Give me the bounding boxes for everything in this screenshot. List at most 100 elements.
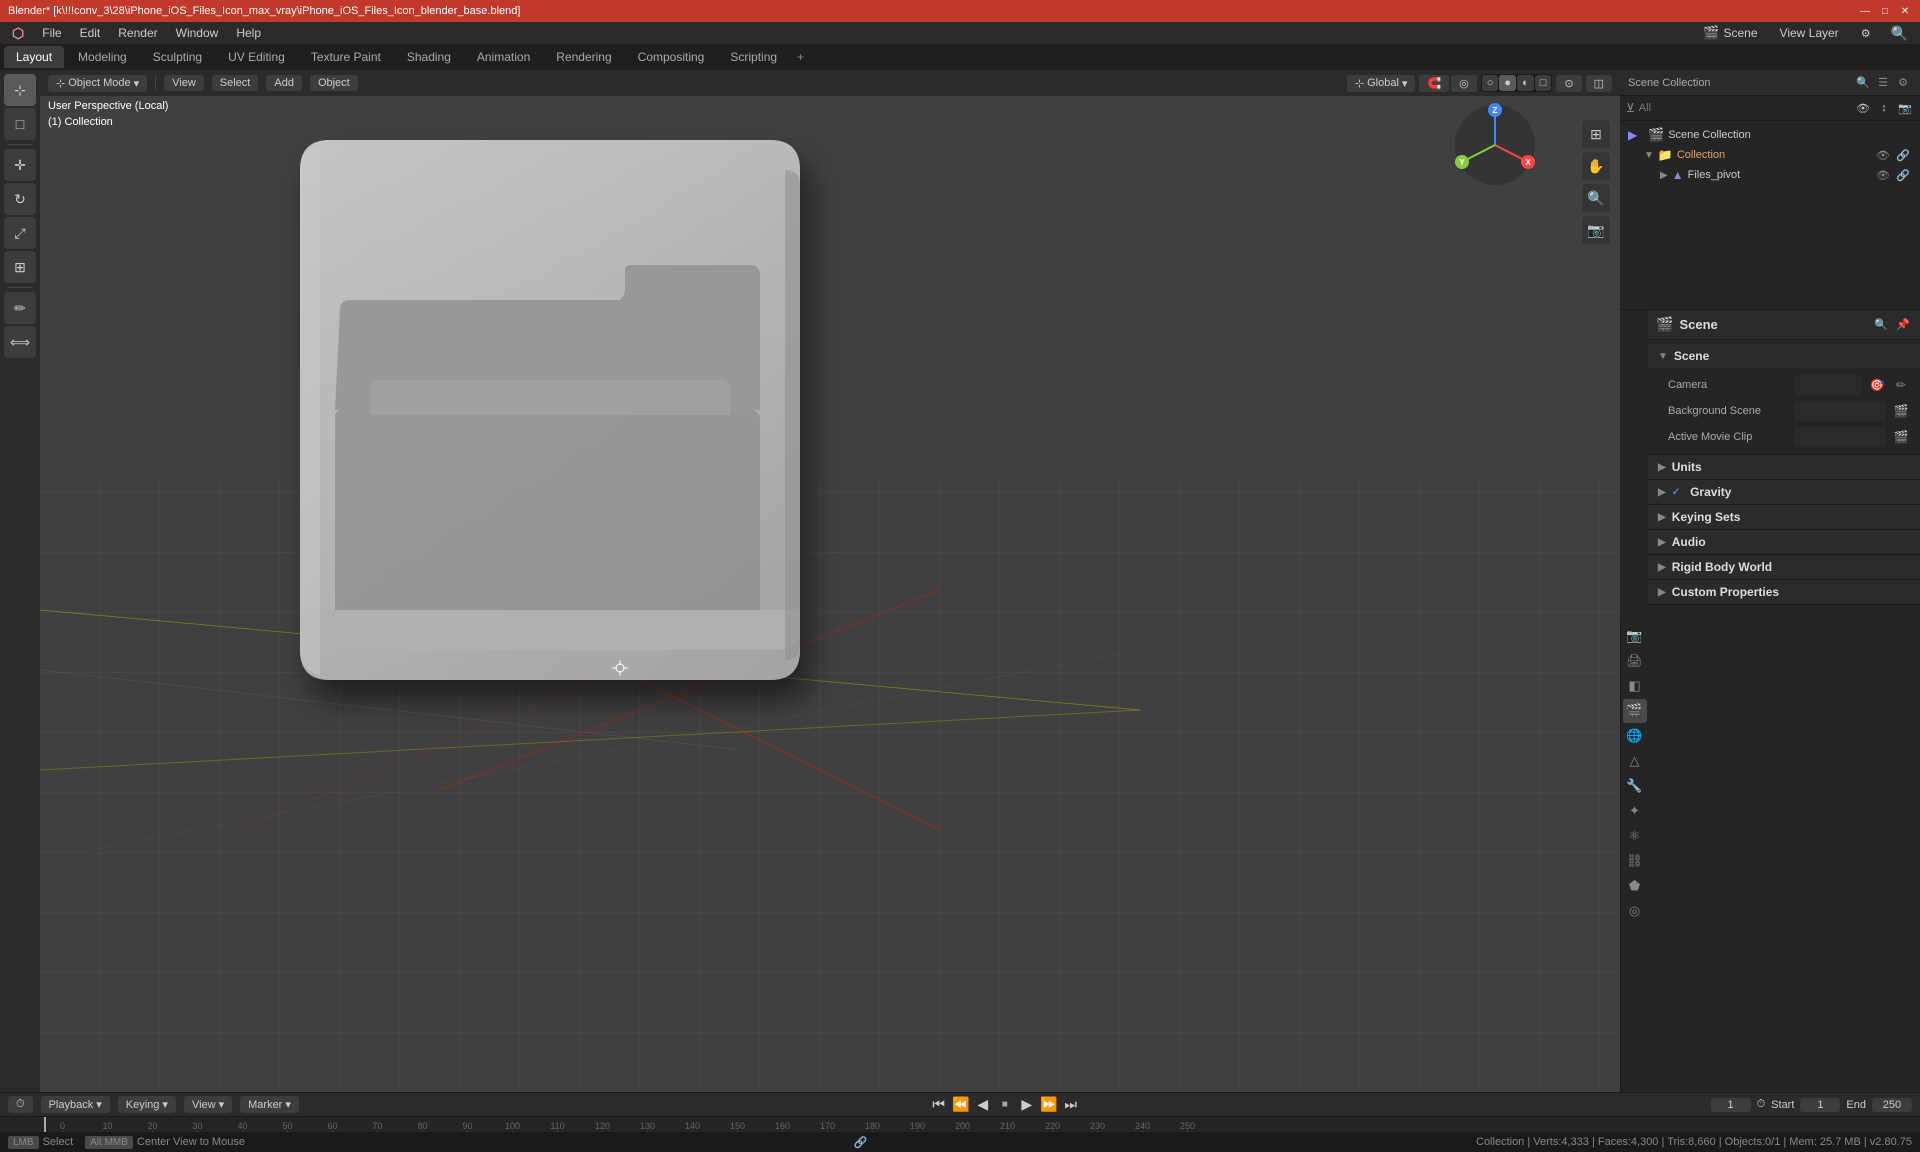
tab-layout[interactable]: Layout (4, 46, 64, 68)
outliner-scene-collection[interactable]: ▶ 🎬 Scene Collection (1620, 125, 1920, 145)
menu-window[interactable]: Window (168, 24, 227, 42)
outliner-collection[interactable]: ▼ 📁 Collection 👁 🔗 (1620, 145, 1920, 165)
jump-start-btn[interactable]: ⏮ (929, 1095, 949, 1115)
transform-pivot-button[interactable]: ⊹ Global ▾ (1347, 75, 1416, 92)
start-frame-input[interactable]: 1 (1800, 1098, 1840, 1112)
selectability-icon[interactable]: ↕ (1875, 99, 1893, 117)
tab-compositing[interactable]: Compositing (626, 46, 717, 68)
gravity-checkbox[interactable]: ✓ (1672, 487, 1680, 498)
menu-edit[interactable]: Edit (72, 24, 109, 42)
viewport-view-menu[interactable]: View (164, 75, 204, 91)
bg-scene-value[interactable] (1794, 401, 1886, 421)
viewport-tool-hand[interactable]: ✋ (1582, 152, 1610, 180)
render-icon[interactable]: 📷 (1896, 99, 1914, 117)
properties-search[interactable]: 🔍 (1872, 316, 1890, 334)
xray-toggle[interactable]: ◫ (1586, 75, 1612, 92)
move-tool[interactable]: ✛ (4, 149, 36, 181)
view-layer-selector[interactable]: View Layer (1772, 24, 1847, 42)
viewport-3d[interactable] (40, 70, 1620, 1092)
active-clip-picker-icon[interactable]: 🎬 (1892, 428, 1910, 446)
viewport-tool-zoom[interactable]: 🔍 (1582, 184, 1610, 212)
units-section-header[interactable]: ▶ Units (1648, 455, 1920, 479)
audio-section-header[interactable]: ▶ Audio (1648, 530, 1920, 554)
rotate-tool[interactable]: ↻ (4, 183, 36, 215)
viewport-select-menu[interactable]: Select (212, 75, 259, 91)
proportional-edit-button[interactable]: ◎ (1451, 75, 1477, 92)
tab-shading[interactable]: Shading (395, 46, 463, 68)
files-pivot-visibility[interactable]: 👁 (1874, 166, 1892, 184)
overlay-toggle[interactable]: ⊙ (1556, 75, 1581, 92)
files-pivot-link[interactable]: 🔗 (1894, 166, 1912, 184)
tab-sculpting[interactable]: Sculpting (141, 46, 214, 68)
playback-menu[interactable]: Playback ▾ (41, 1096, 110, 1113)
play-reverse-btn[interactable]: ◀ (973, 1095, 993, 1115)
outliner-files-pivot[interactable]: ▶ ▲ Files_pivot 👁 🔗 (1620, 165, 1920, 185)
outliner-filter-btn[interactable]: 🔍 (1854, 74, 1872, 92)
select-box-tool[interactable]: □ (4, 108, 36, 140)
maximize-button[interactable]: □ (1878, 4, 1892, 18)
annotate-tool[interactable]: ✏ (4, 292, 36, 324)
end-frame-input[interactable]: 250 (1872, 1098, 1912, 1112)
timeline-view-menu[interactable]: View ▾ (184, 1096, 232, 1113)
tab-modeling[interactable]: Modeling (66, 46, 139, 68)
outliner-settings-btn[interactable]: ⚙ (1894, 74, 1912, 92)
scene-section-header[interactable]: ▼ Scene (1648, 344, 1920, 368)
gravity-section-header[interactable]: ▶ ✓ Gravity (1648, 480, 1920, 504)
prop-icon-render[interactable]: 📷 (1623, 624, 1647, 648)
wireframe-shading[interactable]: ○ (1482, 75, 1499, 91)
tab-uv-editing[interactable]: UV Editing (216, 46, 297, 68)
tab-rendering[interactable]: Rendering (544, 46, 623, 68)
outliner-options-btn[interactable]: ☰ (1874, 74, 1892, 92)
prop-icon-scene[interactable]: 🎬 (1623, 699, 1647, 723)
visibility-icon[interactable]: 👁 (1854, 99, 1872, 117)
camera-picker-icon[interactable]: 🎯 (1868, 376, 1886, 394)
lookdev-shading[interactable]: ◐ (1517, 75, 1534, 91)
search-btn[interactable]: 🔍 (1883, 23, 1916, 44)
minimize-button[interactable]: — (1858, 4, 1872, 18)
prop-icon-object[interactable]: △ (1623, 749, 1647, 773)
menu-blender[interactable]: ⬡ (4, 23, 32, 44)
prop-icon-world[interactable]: 🌐 (1623, 724, 1647, 748)
camera-value[interactable] (1794, 375, 1862, 395)
custom-props-header[interactable]: ▶ Custom Properties (1648, 580, 1920, 604)
prop-icon-output[interactable]: 🖨 (1623, 649, 1647, 673)
cursor-tool[interactable]: ⊹ (4, 74, 36, 106)
properties-pin[interactable]: 📌 (1894, 316, 1912, 334)
viewport-object-menu[interactable]: Object (310, 75, 358, 91)
measure-tool[interactable]: ⟺ (4, 326, 36, 358)
active-clip-value[interactable] (1794, 427, 1886, 447)
scale-tool[interactable]: ⤢ (4, 217, 36, 249)
collection-visibility[interactable]: 👁 (1874, 146, 1892, 164)
solid-shading[interactable]: ● (1499, 75, 1516, 91)
tab-texture-paint[interactable]: Texture Paint (299, 46, 393, 68)
prop-icon-physics[interactable]: ⚛ (1623, 824, 1647, 848)
engine-selector[interactable]: ⚙ (1853, 25, 1879, 42)
prop-icon-material[interactable]: ◎ (1623, 899, 1647, 923)
step-forward-btn[interactable]: ⏩ (1039, 1095, 1059, 1115)
current-frame-input[interactable]: 1 (1711, 1098, 1751, 1112)
prop-icon-view-layer[interactable]: ◧ (1623, 674, 1647, 698)
close-button[interactable]: ✕ (1898, 4, 1912, 18)
stop-btn[interactable]: ■ (995, 1095, 1015, 1115)
play-btn[interactable]: ▶ (1017, 1095, 1037, 1115)
step-back-btn[interactable]: ⏪ (951, 1095, 971, 1115)
menu-render[interactable]: Render (110, 24, 165, 42)
viewport-tool-grid[interactable]: ⊞ (1582, 120, 1610, 148)
prop-icon-object-data[interactable]: ⬟ (1623, 874, 1647, 898)
bg-scene-picker-icon[interactable]: 🎬 (1892, 402, 1910, 420)
add-workspace-button[interactable]: + (791, 48, 810, 66)
camera-edit-icon[interactable]: ✏ (1892, 376, 1910, 394)
viewport-add-menu[interactable]: Add (266, 75, 302, 91)
timeline-editor-type[interactable]: ⏱ (8, 1096, 33, 1113)
jump-end-btn[interactable]: ⏭ (1061, 1095, 1081, 1115)
scene-selector[interactable]: 🎬 Scene (1695, 23, 1765, 43)
snap-button[interactable]: 🧲 (1419, 75, 1449, 92)
tab-animation[interactable]: Animation (465, 46, 542, 68)
keying-sets-section-header[interactable]: ▶ Keying Sets (1648, 505, 1920, 529)
collection-link[interactable]: 🔗 (1894, 146, 1912, 164)
mode-selector[interactable]: ⊹ Object Mode ▾ (48, 75, 147, 92)
transform-tool[interactable]: ⊞ (4, 251, 36, 283)
rigid-body-world-header[interactable]: ▶ Rigid Body World (1648, 555, 1920, 579)
prop-icon-particles[interactable]: ✦ (1623, 799, 1647, 823)
axis-gizmo[interactable]: Z X Y (1450, 100, 1540, 190)
